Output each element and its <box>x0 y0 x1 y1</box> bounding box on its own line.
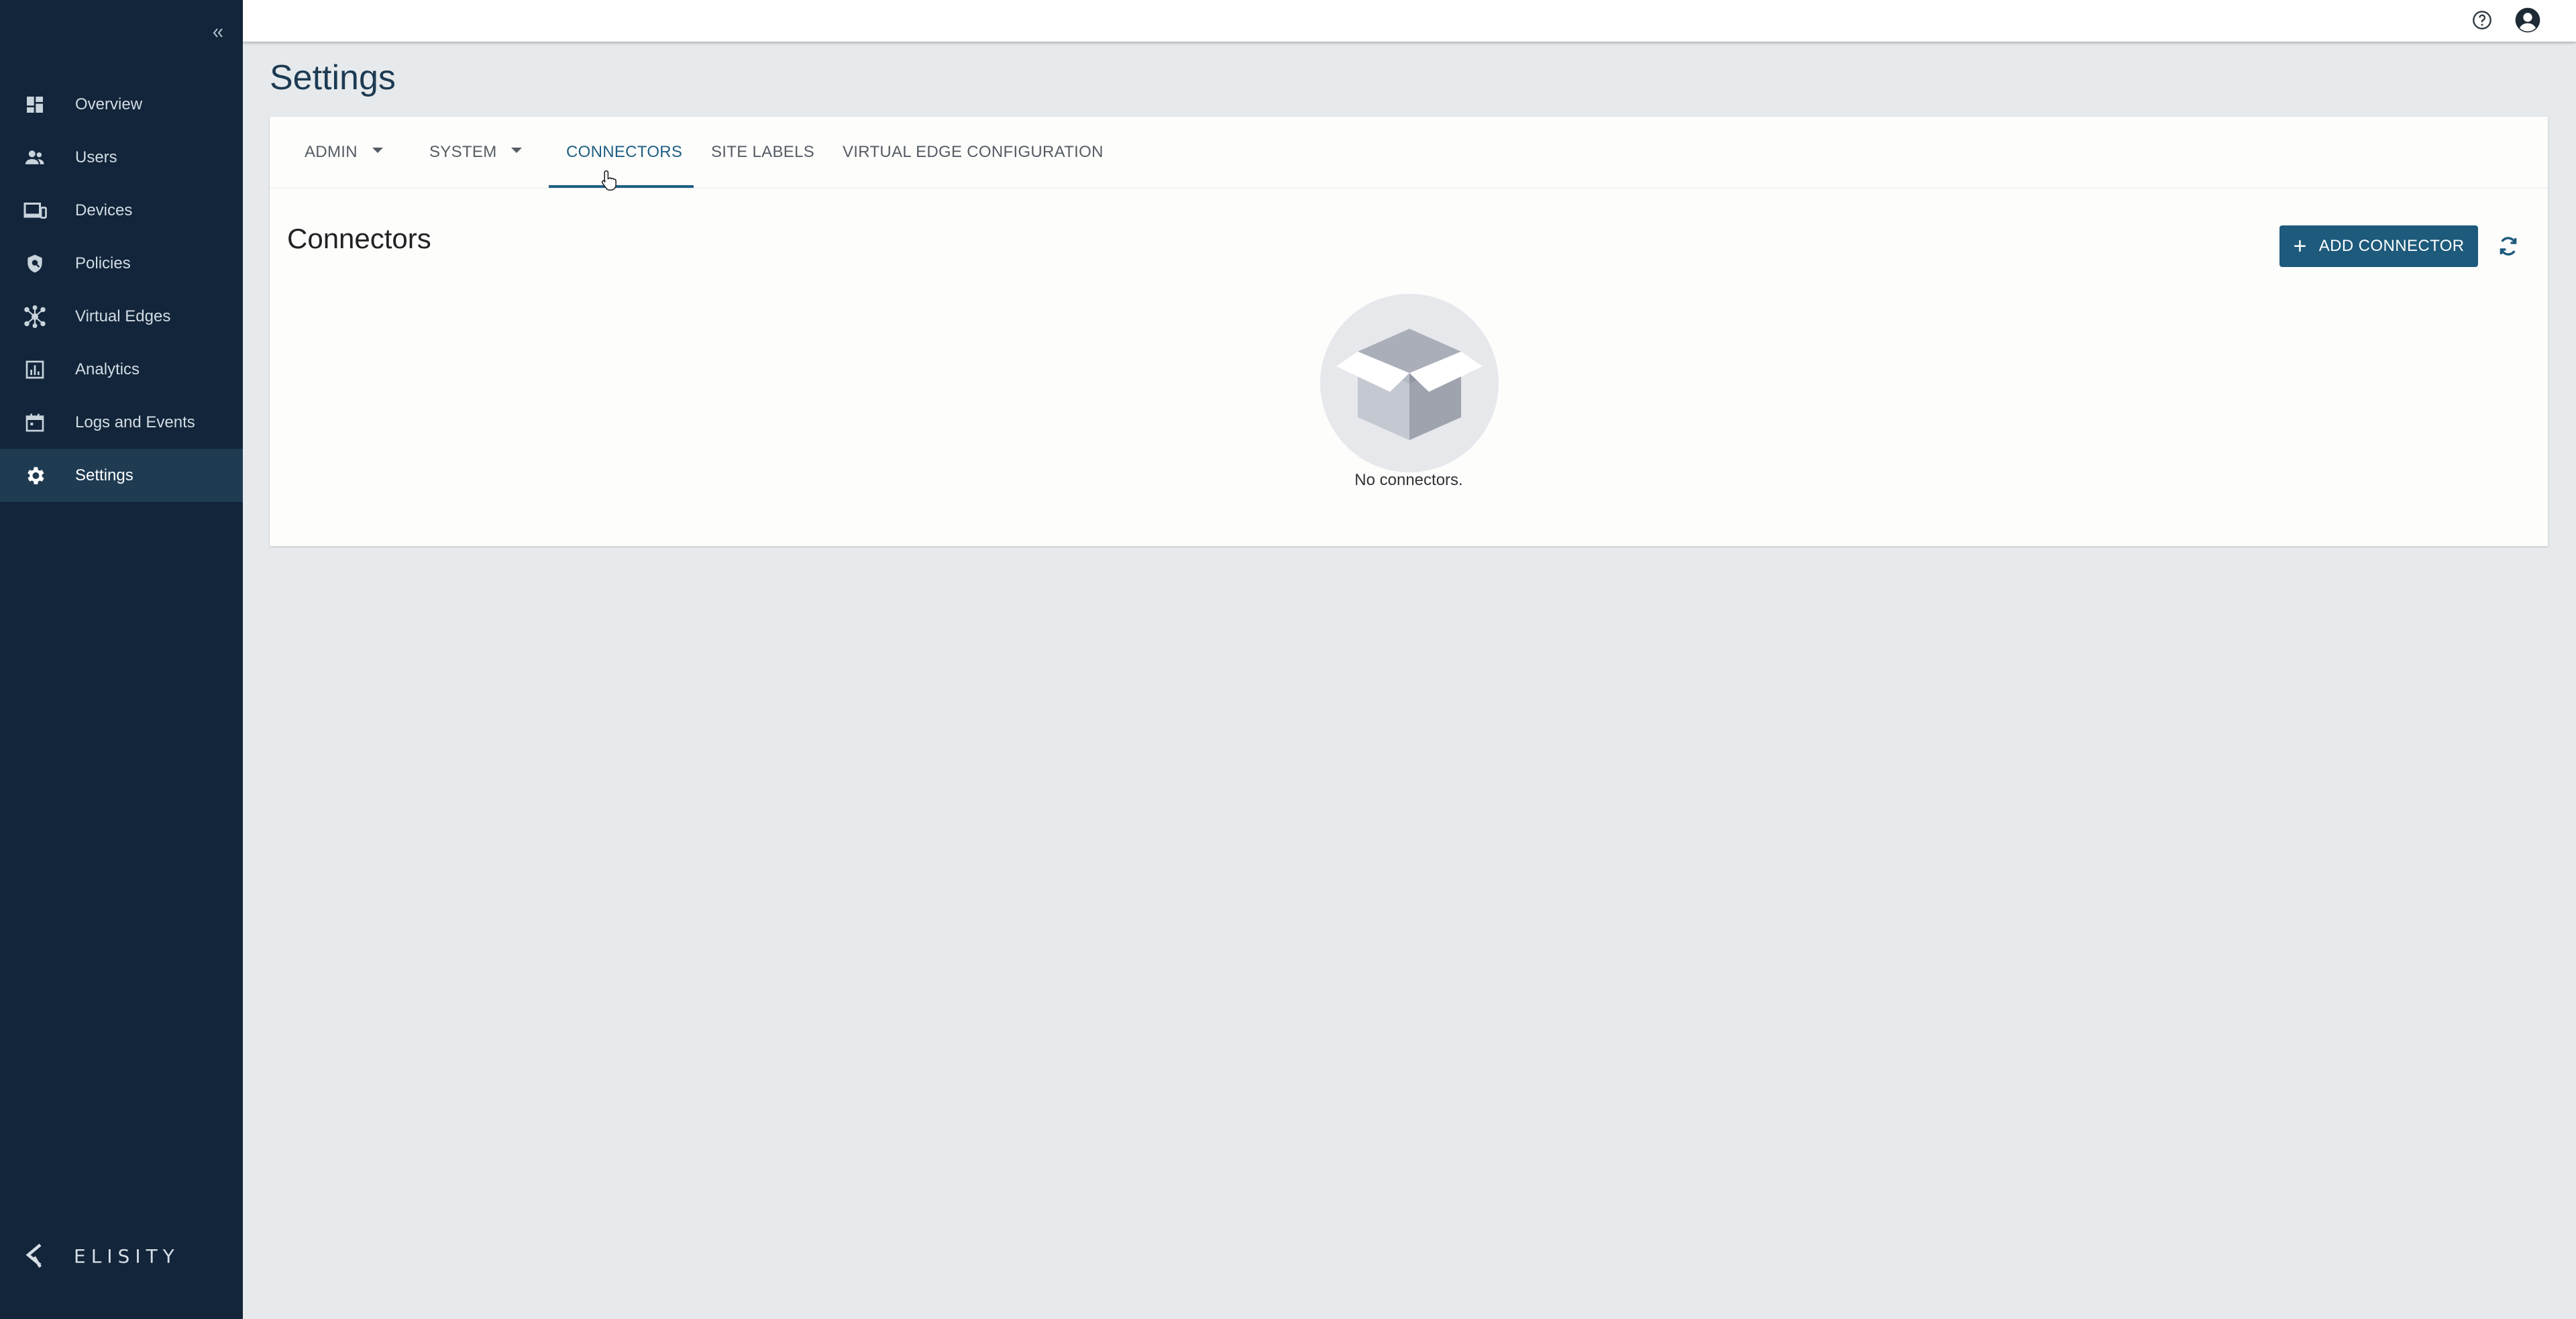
top-bar <box>243 0 2576 42</box>
sidebar-item-label: Analytics <box>75 360 140 378</box>
dashboard-icon <box>23 93 47 117</box>
help-icon <box>2473 11 2491 30</box>
empty-state-text: No connectors. <box>1354 471 1463 489</box>
hand-cursor-icon <box>601 170 616 191</box>
devices-icon <box>23 199 47 223</box>
tab-label: SYSTEM <box>429 143 497 161</box>
sidebar-item-label: Users <box>75 148 117 166</box>
refresh-button[interactable] <box>2494 232 2522 260</box>
sidebar-item-label: Devices <box>75 201 133 219</box>
sidebar: Overview Users Devices Policies Virtual … <box>0 0 243 1319</box>
active-tab-indicator <box>549 185 694 188</box>
gear-icon <box>23 464 47 488</box>
empty-box-illustration <box>1320 294 1499 472</box>
tab-admin[interactable]: ADMIN <box>305 117 383 188</box>
add-connector-label: ADD CONNECTOR <box>2318 237 2465 255</box>
tab-virtual-edge-configuration[interactable]: VIRTUAL EDGE CONFIGURATION <box>843 117 1104 188</box>
plus-icon: + <box>2293 233 2307 259</box>
sidebar-item-label: Virtual Edges <box>75 307 171 325</box>
double-chevron-left-icon <box>213 28 223 38</box>
tab-label: CONNECTORS <box>566 143 683 161</box>
caret-down-icon <box>372 148 383 153</box>
collapse-sidebar-button[interactable] <box>208 23 228 43</box>
sidebar-nav: Overview Users Devices Policies Virtual … <box>0 78 243 502</box>
sidebar-item-label: Overview <box>75 95 143 113</box>
sidebar-item-overview[interactable]: Overview <box>0 78 243 131</box>
tab-label: ADMIN <box>305 143 358 161</box>
analytics-icon <box>23 358 47 382</box>
network-icon <box>23 305 47 329</box>
help-button[interactable] <box>2471 9 2493 31</box>
logo-text: ELISITY <box>74 1245 180 1267</box>
connectors-title: Connectors <box>287 223 431 254</box>
tab-site-labels[interactable]: SITE LABELS <box>711 117 814 188</box>
sidebar-item-users[interactable]: Users <box>0 131 243 184</box>
users-icon <box>23 146 47 170</box>
tab-label: VIRTUAL EDGE CONFIGURATION <box>843 143 1104 161</box>
shield-icon <box>23 252 47 276</box>
tab-connectors[interactable]: CONNECTORS <box>566 117 682 188</box>
sidebar-item-virtual-edges[interactable]: Virtual Edges <box>0 290 243 343</box>
sidebar-item-label: Policies <box>75 254 131 272</box>
sidebar-item-devices[interactable]: Devices <box>0 184 243 237</box>
sidebar-item-settings[interactable]: Settings <box>0 449 243 502</box>
account-icon <box>2515 7 2540 33</box>
open-box-icon <box>1320 294 1499 472</box>
tab-label: SITE LABELS <box>711 143 815 161</box>
elisity-logo: ELISITY <box>24 1243 180 1269</box>
sidebar-item-label: Logs and Events <box>75 413 195 431</box>
sidebar-item-label: Settings <box>75 466 133 484</box>
sidebar-item-logs-and-events[interactable]: Logs and Events <box>0 396 243 449</box>
tab-system[interactable]: SYSTEM <box>429 117 523 188</box>
elisity-logo-mark-icon <box>25 1243 42 1268</box>
calendar-icon <box>23 411 47 435</box>
caret-down-icon <box>511 148 523 153</box>
add-connector-button[interactable]: + ADD CONNECTOR <box>2279 225 2478 267</box>
account-button[interactable] <box>2514 7 2541 34</box>
refresh-icon <box>2500 237 2517 256</box>
sidebar-item-analytics[interactable]: Analytics <box>0 343 243 396</box>
page-title: Settings <box>270 58 396 97</box>
sidebar-item-policies[interactable]: Policies <box>0 237 243 290</box>
